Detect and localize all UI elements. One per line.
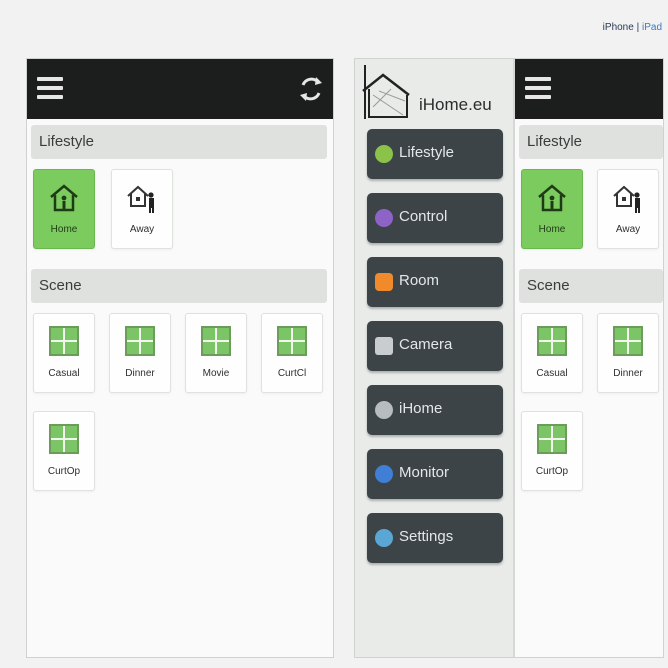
lifestyle-header: Lifestyle bbox=[519, 125, 663, 159]
tile-label: Away bbox=[129, 224, 155, 235]
menu-settings-button[interactable]: Settings bbox=[367, 513, 503, 563]
refresh-icon[interactable] bbox=[297, 75, 325, 103]
tile-label: Casual bbox=[48, 368, 80, 379]
camera-icon bbox=[375, 337, 393, 355]
scene-icon bbox=[277, 326, 307, 356]
menu-lifestyle-button[interactable]: Lifestyle bbox=[367, 129, 503, 179]
scene-casual-tile[interactable]: Casual bbox=[33, 313, 95, 393]
tile-label: CurtOp bbox=[47, 466, 81, 477]
lifestyle-home-tile[interactable]: Home bbox=[33, 169, 95, 249]
control-icon bbox=[375, 209, 393, 227]
scene-header: Scene bbox=[31, 269, 327, 303]
ihome-logo-icon bbox=[362, 65, 410, 119]
tile-label: Away bbox=[615, 224, 641, 235]
scene-movie-tile[interactable]: Movie bbox=[185, 313, 247, 393]
scene-icon bbox=[613, 326, 643, 356]
scene-curtop-tile[interactable]: CurtOp bbox=[33, 411, 95, 491]
menu-label: Control bbox=[399, 208, 448, 225]
monitor-icon bbox=[375, 465, 393, 483]
tile-label: CurtOp bbox=[535, 466, 569, 477]
scene-icon bbox=[49, 326, 79, 356]
device-switch: iPhone | iPad bbox=[603, 22, 662, 33]
menu-ihome-button[interactable]: iHome bbox=[367, 385, 503, 435]
top-bar bbox=[515, 59, 663, 119]
menu-camera-button[interactable]: Camera bbox=[367, 321, 503, 371]
scene-dinner-tile[interactable]: Dinner bbox=[109, 313, 171, 393]
ipad-link[interactable]: iPad bbox=[642, 22, 662, 33]
menu-icon[interactable] bbox=[37, 77, 63, 99]
scene-dinner-tile[interactable]: Dinner bbox=[597, 313, 659, 393]
tile-label: Home bbox=[50, 224, 78, 235]
right-main-content: Lifestyle Home Away Scene Casual Dinner … bbox=[515, 59, 663, 657]
scene-curtop-tile[interactable]: CurtOp bbox=[521, 411, 583, 491]
lifestyle-away-tile[interactable]: Away bbox=[111, 169, 173, 249]
scene-curtcl-tile[interactable]: CurtCl bbox=[261, 313, 323, 393]
scene-header: Scene bbox=[519, 269, 663, 303]
menu-label: Room bbox=[399, 272, 440, 289]
lifestyle-icon bbox=[375, 145, 393, 163]
scene-icon bbox=[125, 326, 155, 356]
menu-label: Camera bbox=[399, 336, 453, 353]
home-icon bbox=[538, 184, 566, 212]
scene-icon bbox=[201, 326, 231, 356]
right-phone-screen: iHome.eu Lifestyle Control Room Camera i… bbox=[354, 58, 664, 658]
room-icon bbox=[375, 273, 393, 291]
tile-label: Movie bbox=[202, 368, 230, 379]
menu-control-button[interactable]: Control bbox=[367, 193, 503, 243]
iphone-link[interactable]: iPhone bbox=[603, 22, 634, 33]
scene-icon bbox=[537, 424, 567, 454]
settings-icon bbox=[375, 529, 393, 547]
menu-label: iHome bbox=[399, 400, 443, 417]
scene-icon bbox=[537, 326, 567, 356]
menu-room-button[interactable]: Room bbox=[367, 257, 503, 307]
menu-label: Lifestyle bbox=[399, 144, 455, 161]
side-menu: iHome.eu Lifestyle Control Room Camera i… bbox=[355, 59, 515, 657]
menu-icon[interactable] bbox=[525, 77, 551, 99]
scene-casual-tile[interactable]: Casual bbox=[521, 313, 583, 393]
tile-label: Casual bbox=[536, 368, 568, 379]
left-phone-screen: Lifestyle Home Away Scene Casual Dinner bbox=[26, 58, 334, 658]
menu-label: Settings bbox=[399, 528, 454, 545]
logo-text: iHome.eu bbox=[419, 95, 492, 114]
tile-label: CurtCl bbox=[277, 368, 307, 379]
top-bar bbox=[27, 59, 333, 119]
ihome-icon bbox=[375, 401, 393, 419]
menu-monitor-button[interactable]: Monitor bbox=[367, 449, 503, 499]
tile-label: Home bbox=[538, 224, 566, 235]
away-icon bbox=[127, 185, 154, 213]
lifestyle-away-tile[interactable]: Away bbox=[597, 169, 659, 249]
tile-label: Dinner bbox=[125, 368, 155, 379]
lifestyle-header: Lifestyle bbox=[31, 125, 327, 159]
tile-label: Dinner bbox=[613, 368, 643, 379]
separator: | bbox=[636, 22, 640, 33]
home-icon bbox=[50, 184, 78, 212]
menu-label: Monitor bbox=[399, 464, 450, 481]
lifestyle-home-tile[interactable]: Home bbox=[521, 169, 583, 249]
away-icon bbox=[613, 185, 640, 213]
scene-icon bbox=[49, 424, 79, 454]
